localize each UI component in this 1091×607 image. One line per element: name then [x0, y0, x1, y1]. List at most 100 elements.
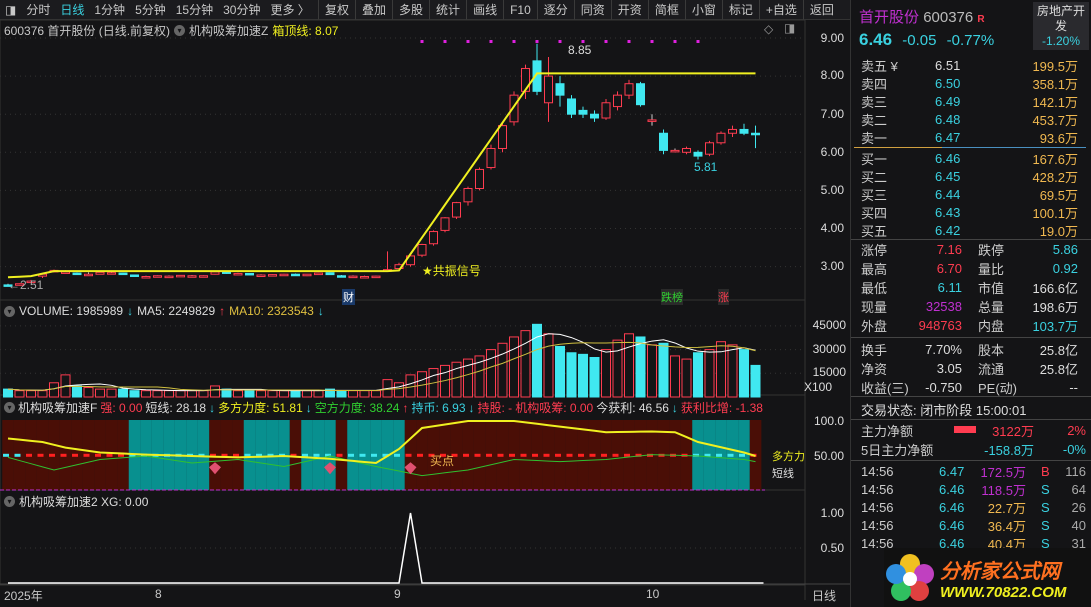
candle-body: [521, 67, 530, 92]
x-tick: 10: [646, 587, 660, 601]
signal-label: ★共振信号: [422, 264, 481, 278]
signal-dot: [420, 40, 424, 43]
period-label[interactable]: 日线: [812, 587, 836, 604]
candle-body: [360, 276, 369, 279]
stat-value: 7.70%: [925, 341, 962, 357]
candle-body: [498, 125, 507, 149]
book-row: 卖三 6.49 142.1万: [851, 92, 1091, 110]
level-volume: 199.5万: [1032, 58, 1078, 74]
tick-time: 14:56: [861, 463, 894, 479]
stat-value: 0.92: [1052, 260, 1078, 276]
candle-body: [555, 83, 565, 96]
xg-tick: 0.50: [820, 541, 844, 555]
stat-value: 6.70: [936, 260, 962, 276]
candle-body: [544, 75, 553, 104]
candle-body: [187, 275, 197, 278]
volume-tick: 15000: [812, 365, 846, 379]
level-volume: 69.5万: [1039, 187, 1078, 203]
volume-bar: [693, 352, 703, 398]
volume-value: VOLUME: 1985989: [19, 304, 124, 318]
volume-bar: [37, 390, 48, 398]
signal-dot: [466, 40, 470, 43]
volume-bar: [129, 390, 140, 398]
level-volume: 93.6万: [1039, 130, 1078, 146]
candle-body: [164, 275, 174, 279]
signal-dot: [443, 40, 447, 43]
coin-value: 持币: 6.93: [411, 401, 466, 415]
stat-value: 3.05: [936, 360, 962, 376]
candle-body: [118, 272, 128, 276]
candle-body: [268, 274, 277, 277]
last-price: 6.46: [859, 30, 893, 49]
finance-badge[interactable]: 财: [342, 289, 355, 305]
trade-status: 交易状态: 闭市阶段 15:00:01: [861, 403, 1027, 418]
volume-bar: [727, 344, 738, 398]
candle-body: [199, 275, 208, 278]
level-volume: 358.1万: [1032, 76, 1078, 92]
start-price-label: ←2.51: [8, 278, 44, 292]
volume-bar: [739, 349, 749, 398]
drop-list-badge[interactable]: 跌榜: [661, 289, 683, 305]
level-price: 6.45: [935, 168, 961, 184]
volume-bar: [256, 390, 266, 398]
level-volume: 167.6万: [1032, 151, 1078, 167]
candle-body: [107, 272, 116, 275]
indicator-name[interactable]: 机构吸筹加速F: [18, 399, 97, 416]
indicator-tick: 100.0: [813, 414, 844, 428]
volume-bar: [359, 390, 370, 398]
candle-body: [130, 274, 139, 277]
level-label: 买五: [861, 223, 888, 239]
volume-bar: [49, 382, 59, 398]
candle-body: [371, 275, 381, 279]
bear-value: 空方力度: 38.24: [314, 401, 400, 415]
stat-label: PE(动): [978, 380, 1018, 396]
level-label: 卖一: [861, 130, 888, 146]
collapse-icon[interactable]: ▾: [4, 305, 15, 317]
price-tick: 6.00: [820, 145, 844, 159]
x-tick: 2025年: [4, 589, 43, 603]
sector-box[interactable]: 房地产开发 -1.20%: [1033, 2, 1089, 50]
candle-body: [245, 272, 254, 276]
tick-price: 6.46: [939, 517, 965, 533]
stat-value: 6.11: [937, 279, 962, 295]
price-change: -0.05: [902, 32, 937, 49]
tick-volume: 36.4万: [987, 518, 1026, 534]
stat-value: 25.8亿: [1039, 342, 1078, 358]
stat-label: 股本: [978, 342, 1005, 358]
price-change-pct: -0.77%: [946, 32, 995, 49]
book-row: 卖五 ¥ 6.51 199.5万: [851, 56, 1091, 74]
rise-badge[interactable]: 涨: [718, 289, 729, 305]
volume-bar: [624, 333, 634, 398]
stat-label: 净资: [861, 361, 888, 377]
inst-value: 机构吸筹: 0.00: [515, 401, 594, 415]
ma10-value: MA10: 2323543: [229, 304, 314, 318]
indicator-tick: 50.00: [813, 449, 844, 463]
volume-bar: [290, 390, 301, 398]
candle-body: [429, 231, 438, 245]
sector-name: 房地产开发: [1036, 4, 1085, 33]
stat-value: --: [1069, 379, 1078, 395]
candle-body: [567, 98, 576, 115]
signal-dot: [535, 40, 539, 43]
volume-bar: [704, 349, 715, 398]
level-label: 卖四: [861, 76, 888, 92]
volume-bar: [658, 342, 669, 398]
book-row: 卖四 6.50 358.1万: [851, 74, 1091, 92]
collapse-icon[interactable]: ▾: [4, 402, 15, 413]
candle-body: [705, 142, 714, 155]
short-value: 短线: 28.18: [145, 401, 207, 415]
book-row: 买五 6.42 19.0万: [851, 221, 1091, 239]
watermark-url: WWW.70822.COM: [940, 583, 1067, 601]
stat-label: 最低: [861, 280, 888, 296]
candle-body: [728, 128, 737, 134]
tick-price: 6.47: [939, 463, 965, 479]
level-price: 6.43: [935, 204, 961, 220]
level-label: 卖五 ¥: [861, 58, 898, 74]
stat-value: 103.7万: [1032, 318, 1078, 334]
candle-body: [440, 217, 450, 231]
volume-bar: [601, 349, 611, 398]
level-label: 卖三: [861, 94, 888, 110]
stat-row: 现量 32538 总量 198.6万: [851, 297, 1091, 315]
high-price-label: 8.85: [568, 43, 592, 57]
collapse-icon[interactable]: ▾: [4, 496, 15, 507]
